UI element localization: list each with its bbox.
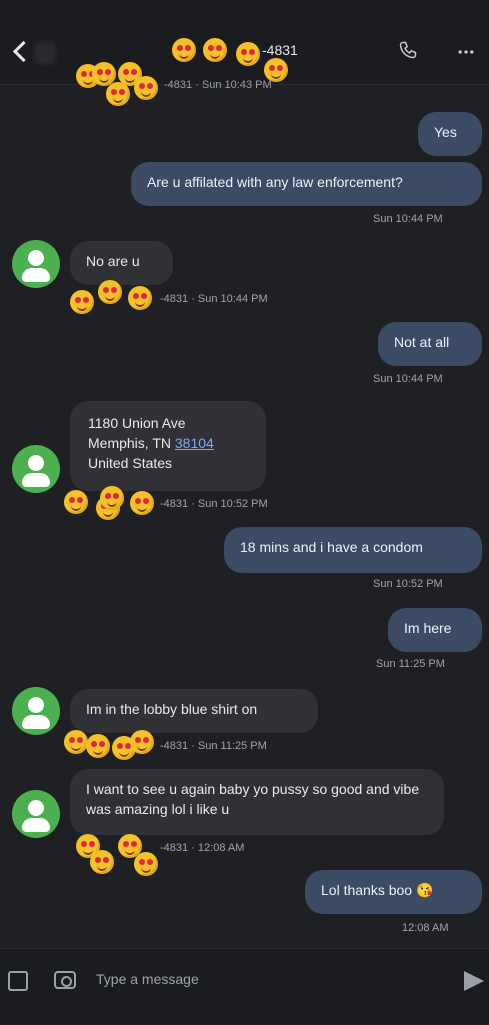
- message-text: Im here: [404, 620, 452, 636]
- incoming-message[interactable]: No are u: [70, 241, 173, 285]
- message-text: Im in the lobby blue shirt on: [86, 701, 258, 717]
- message-timestamp: Sun 10:44 PM: [373, 213, 443, 225]
- outgoing-message[interactable]: 18 mins and i have a condom: [224, 527, 482, 573]
- emoji-redaction-icon: [172, 38, 196, 62]
- emoji-redaction-icon: [70, 290, 94, 314]
- message-text: Not at all: [394, 334, 450, 350]
- incoming-message[interactable]: I want to see u again baby yo pussy so g…: [70, 769, 444, 835]
- message-text: No are u: [86, 253, 140, 269]
- message-timestamp: 12:08 AM: [402, 922, 449, 934]
- emoji-redaction-icon: [236, 42, 260, 66]
- contact-avatar[interactable]: [12, 445, 60, 493]
- outgoing-message[interactable]: Yes: [418, 112, 482, 156]
- message-timestamp: Sun 11:25 PM: [376, 658, 445, 670]
- emoji-redaction-icon: [128, 286, 152, 310]
- emoji-redaction-icon: [130, 730, 154, 754]
- emoji-redaction-icon: [130, 491, 154, 515]
- emoji-redaction-icon: [134, 76, 158, 100]
- address-line-city: Memphis, TN 38104: [88, 433, 248, 453]
- address-city-state: Memphis, TN: [88, 435, 171, 451]
- back-icon[interactable]: [10, 36, 32, 66]
- conversation-title: -4831: [262, 42, 298, 58]
- outgoing-message[interactable]: Are u affilated with any law enforcement…: [131, 162, 482, 206]
- emoji-redaction-icon: [90, 850, 114, 874]
- message-text: Are u affilated with any law enforcement…: [147, 174, 403, 190]
- send-icon[interactable]: [464, 971, 484, 991]
- outgoing-message[interactable]: Not at all: [378, 322, 482, 366]
- camera-icon[interactable]: [54, 971, 76, 989]
- message-meta: -4831 · Sun 10:44 PM: [160, 293, 268, 305]
- address-line-street: 1180 Union Ave: [88, 415, 186, 431]
- emoji-redaction-icon: [203, 38, 227, 62]
- incoming-message[interactable]: Im in the lobby blue shirt on: [70, 689, 318, 733]
- message-composer: Type a message: [0, 948, 489, 1025]
- emoji-redaction-icon: [86, 734, 110, 758]
- outgoing-message[interactable]: Lol thanks boo 😘: [305, 870, 482, 914]
- message-timestamp: Sun 10:44 PM: [373, 373, 443, 385]
- message-text: Lol thanks boo 😘: [321, 882, 434, 898]
- message-timestamp: Sun 10:52 PM: [373, 578, 443, 590]
- emoji-redaction-icon: [134, 852, 158, 876]
- contact-avatar[interactable]: [12, 240, 60, 288]
- address-line-country: United States: [88, 455, 173, 471]
- redacted-avatar: [34, 42, 56, 64]
- emoji-redaction-icon: [64, 490, 88, 514]
- message-text: 18 mins and i have a condom: [240, 539, 423, 555]
- message-meta: -4831 · Sun 10:52 PM: [160, 498, 268, 510]
- incoming-message-location[interactable]: 1180 Union Ave Memphis, TN 38104 United …: [70, 401, 266, 491]
- emoji-redaction-icon: [106, 82, 130, 106]
- message-input[interactable]: Type a message: [96, 971, 199, 987]
- contact-avatar[interactable]: [12, 687, 60, 735]
- zip-code-link[interactable]: 38104: [175, 435, 214, 451]
- more-icon[interactable]: [456, 42, 476, 62]
- phone-icon[interactable]: [398, 40, 418, 60]
- emoji-redaction-icon: [98, 280, 122, 304]
- conversation-subtitle: -4831 · Sun 10:43 PM: [164, 79, 272, 91]
- message-text: Yes: [434, 124, 457, 140]
- contact-avatar[interactable]: [12, 790, 60, 838]
- message-meta: -4831 · 12:08 AM: [160, 842, 245, 854]
- outgoing-message[interactable]: Im here: [388, 608, 482, 652]
- message-meta: -4831 · Sun 11:25 PM: [160, 740, 267, 752]
- message-text: I want to see u again baby yo pussy so g…: [86, 781, 420, 817]
- conversation-header: -4831 -4831 · Sun 10:43 PM: [0, 0, 489, 106]
- gallery-icon[interactable]: [8, 971, 28, 991]
- emoji-redaction-icon: [64, 730, 88, 754]
- emoji-redaction-icon: [100, 486, 124, 510]
